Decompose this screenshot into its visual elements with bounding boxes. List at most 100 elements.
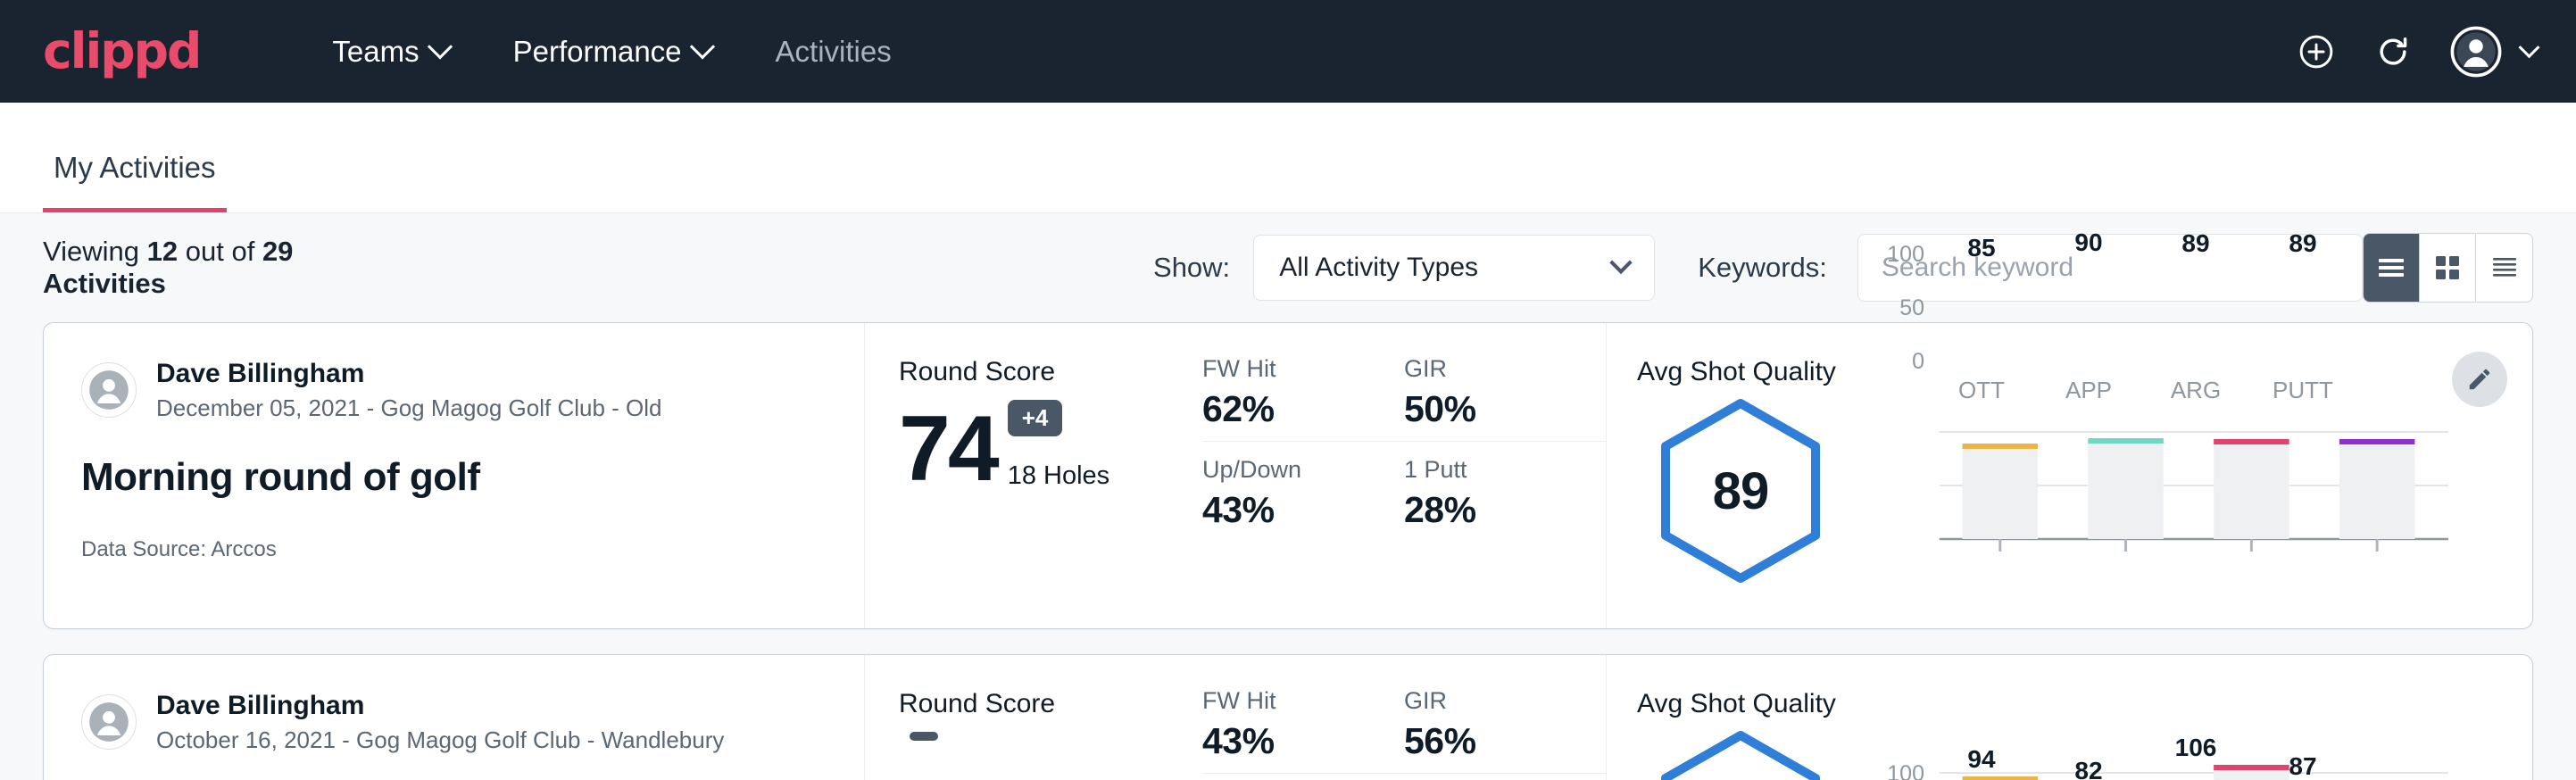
- bar-value-arg: 89: [2164, 229, 2228, 258]
- score-to-par-badge: +4: [1008, 400, 1063, 436]
- nav-item-teams[interactable]: Teams: [300, 35, 480, 69]
- activity-meta: December 05, 2021 - Gog Magog Golf Club …: [156, 394, 662, 424]
- activity-summary-column: Dave Billingham October 16, 2021 - Gog M…: [44, 655, 865, 780]
- bar-value-ott: 94: [1949, 745, 2014, 774]
- y-tick-100: 100: [1874, 242, 1924, 268]
- activity-card[interactable]: Dave Billingham December 05, 2021 - Gog …: [43, 322, 2533, 629]
- avg-shot-quality-label: Avg Shot Quality: [1607, 689, 2532, 719]
- viewing-count-text: Viewing 12 out of 29 Activities: [43, 236, 350, 300]
- y-tick-100: 100: [1874, 761, 1924, 780]
- show-filter-group: Show: All Activity Types: [1153, 235, 1655, 301]
- account-menu[interactable]: [2450, 26, 2537, 78]
- bar-value-app: 82: [2057, 757, 2121, 780]
- y-tick-0: 0: [1874, 349, 1924, 375]
- stat-gir: GIR 50%: [1404, 355, 1606, 442]
- stat-one-putt-label: 1 Putt: [1404, 456, 1581, 484]
- round-score-column: Round Score: [865, 655, 1186, 780]
- round-stats-column: FW Hit 62% GIR 50% Up/Down 43% 1 Putt 28…: [1186, 323, 1606, 628]
- primary-nav: Teams Performance Activities: [300, 35, 923, 69]
- viewing-middle: out of: [186, 236, 255, 267]
- activity-author: Dave Billingham October 16, 2021 - Gog M…: [81, 689, 864, 755]
- avatar: [81, 694, 137, 750]
- nav-item-activities-label: Activities: [776, 35, 892, 69]
- activity-author: Dave Billingham December 05, 2021 - Gog …: [81, 357, 864, 423]
- stat-up-down-value: 43%: [1202, 489, 1379, 531]
- player-name: Dave Billingham: [156, 689, 724, 723]
- tab-my-activities-label: My Activities: [54, 151, 216, 184]
- tab-my-activities[interactable]: My Activities: [43, 151, 227, 212]
- x-label-app: APP: [2057, 377, 2121, 404]
- plus-circle-icon[interactable]: [2297, 32, 2336, 71]
- stat-fw-hit-value: 43%: [1202, 720, 1379, 762]
- stat-one-putt-value: 28%: [1404, 489, 1581, 531]
- activity-data-source: Data Source: Arccos: [81, 537, 864, 562]
- stat-fw-hit-label: FW Hit: [1202, 355, 1379, 383]
- activity-title: Morning round of golf: [81, 455, 864, 500]
- round-stats-column: FW Hit 43% GIR 56%: [1186, 655, 1606, 780]
- avg-shot-quality-hexagon: [1607, 726, 1874, 780]
- person-avatar-icon: [88, 369, 129, 411]
- chevron-down-icon: [2518, 37, 2539, 58]
- stat-up-down-label: Up/Down: [1202, 456, 1379, 484]
- bar-value-arg: 106: [2164, 734, 2228, 762]
- activity-type-select[interactable]: All Activity Types: [1253, 235, 1655, 301]
- avatar: [81, 362, 137, 418]
- avg-shot-quality-column: Avg Shot Quality: [1606, 655, 2532, 780]
- stat-one-putt: 1 Putt 28%: [1404, 456, 1606, 531]
- app-logo[interactable]: clippd: [43, 27, 200, 76]
- nav-actions: [2297, 0, 2537, 103]
- chevron-down-icon: [1609, 252, 1632, 274]
- stat-gir-label: GIR: [1404, 355, 1581, 383]
- stat-up-down: Up/Down 43%: [1202, 456, 1404, 531]
- bar-value-ott: 85: [1949, 234, 2014, 262]
- nav-item-activities[interactable]: Activities: [744, 35, 924, 69]
- keywords-filter-group: Keywords:: [1698, 252, 1827, 284]
- avg-shot-quality-value: [1607, 726, 1874, 780]
- viewing-count: 12: [147, 236, 178, 267]
- nav-item-teams-label: Teams: [332, 35, 419, 69]
- bar-value-app: 90: [2057, 228, 2121, 257]
- stat-fw-hit: FW Hit 62%: [1202, 355, 1404, 442]
- viewing-prefix: Viewing: [43, 236, 139, 267]
- refresh-icon[interactable]: [2373, 32, 2413, 71]
- activity-type-select-value: All Activity Types: [1279, 253, 1478, 283]
- activity-summary-column: Dave Billingham December 05, 2021 - Gog …: [44, 323, 865, 628]
- stat-fw-hit: FW Hit 43%: [1202, 687, 1404, 774]
- shot-quality-bar-chart: 100 50 0 85 90 89 89 OTT APP ARG PUTT: [1874, 394, 2532, 402]
- x-label-putt: PUTT: [2271, 377, 2335, 404]
- account-avatar-icon: [2450, 26, 2502, 78]
- holes-label: 18 Holes: [1008, 461, 1109, 491]
- page-tab-bar: My Activities: [0, 103, 2576, 213]
- nav-item-performance[interactable]: Performance: [481, 35, 744, 69]
- bar-value-putt: 87: [2271, 752, 2335, 780]
- edit-activity-button[interactable]: [2452, 352, 2507, 407]
- round-score-value-row: [899, 732, 1186, 780]
- x-label-ott: OTT: [1949, 377, 2014, 404]
- activity-card-list: Dave Billingham December 05, 2021 - Gog …: [0, 322, 2576, 780]
- chevron-down-icon: [689, 34, 714, 59]
- shot-quality-bar-chart: 100 50 0 94 82 106 87 OTT APP ARG PUTT: [1874, 726, 2532, 780]
- stat-fw-hit-value: 62%: [1202, 388, 1379, 430]
- viewing-total: 29: [262, 236, 293, 267]
- round-score-column: Round Score 74 +4 18 Holes: [865, 323, 1186, 628]
- person-avatar-icon: [88, 701, 129, 743]
- viewing-suffix: Activities: [43, 268, 166, 299]
- keywords-label: Keywords:: [1698, 252, 1827, 284]
- avg-shot-quality-hexagon: 89: [1607, 394, 1874, 587]
- pencil-icon: [2466, 366, 2493, 393]
- player-name: Dave Billingham: [156, 357, 662, 391]
- stat-gir: GIR 56%: [1404, 687, 1606, 774]
- chevron-down-icon: [427, 34, 452, 59]
- y-tick-50: 50: [1874, 295, 1924, 321]
- show-label: Show:: [1153, 252, 1230, 284]
- view-mode-compact-button[interactable]: [2476, 234, 2532, 302]
- round-score-label: Round Score: [899, 689, 1186, 719]
- activity-meta: October 16, 2021 - Gog Magog Golf Club -…: [156, 726, 724, 756]
- nav-item-performance-label: Performance: [513, 35, 682, 69]
- stat-gir-value: 50%: [1404, 388, 1581, 430]
- x-label-arg: ARG: [2164, 377, 2228, 404]
- round-score-label: Round Score: [899, 357, 1186, 387]
- activity-card[interactable]: Dave Billingham October 16, 2021 - Gog M…: [43, 654, 2533, 780]
- round-score-value: 74: [899, 407, 997, 493]
- avg-shot-quality-column: Avg Shot Quality 89: [1606, 323, 2532, 628]
